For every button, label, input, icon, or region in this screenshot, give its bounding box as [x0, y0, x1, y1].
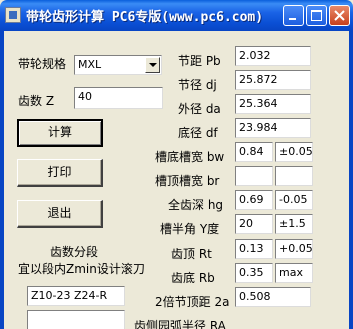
groove-half-angle-label: 槽半角 Y度 [160, 222, 220, 236]
close-button[interactable] [329, 5, 350, 26]
pitch-diameter-label: 节径 dj [178, 78, 217, 92]
root-diameter-field[interactable]: 23.984 [235, 118, 311, 138]
pitch-diameter-field[interactable]: 25.872 [235, 70, 311, 90]
dropdown-button[interactable] [145, 57, 160, 73]
calculate-button[interactable]: 计算 [17, 119, 103, 147]
root-diameter-label: 底径 df [178, 126, 218, 140]
bottom-groove-width-field[interactable]: 0.84 [235, 142, 273, 162]
double-pitch-line-field[interactable]: 0.508 [235, 287, 311, 307]
groove-half-angle-tolerance[interactable]: ±1.5 [275, 214, 313, 234]
segment-input[interactable]: Z10-23 Z24-R [27, 286, 125, 306]
tooth-depth-tolerance[interactable]: -0.05 [275, 190, 313, 210]
segment-title: 齿数分段 [50, 245, 99, 259]
maximize-button[interactable] [306, 5, 327, 26]
extra-input[interactable] [27, 310, 125, 329]
app-icon[interactable] [5, 7, 21, 23]
minimize-icon [289, 18, 296, 20]
pitch-label: 节距 Pb [178, 54, 221, 68]
bottom-groove-width-label: 槽底槽宽 bw [155, 150, 225, 164]
bottom-groove-width-tolerance[interactable]: ±0.05 [275, 142, 313, 162]
window-frame-left [0, 31, 4, 329]
exit-button[interactable]: 退出 [17, 200, 103, 228]
chevron-down-icon [149, 63, 157, 67]
minimize-button[interactable] [283, 5, 304, 26]
groove-half-angle-field[interactable]: 20 [235, 214, 273, 234]
close-icon [334, 10, 345, 21]
root-radius-field[interactable]: 0.35 [235, 263, 273, 283]
top-groove-width-field[interactable] [235, 166, 273, 186]
root-radius-tolerance[interactable]: max [275, 263, 313, 283]
outer-diameter-field[interactable]: 25.364 [235, 94, 311, 114]
flank-arc-radius-label: 齿侧园弧半径 RA [134, 319, 226, 329]
tooth-depth-field[interactable]: 0.69 [235, 190, 273, 210]
segment-description: 宜以段内Zmin设计滚刀 [18, 262, 145, 276]
outer-diameter-label: 外径 da [178, 102, 221, 116]
window-frame-right [349, 31, 353, 329]
belt-spec-value: MXL [78, 58, 102, 71]
tip-radius-tolerance[interactable]: +0.05 [275, 239, 313, 259]
window-title: 带轮齿形计算 PC6专版(www.pc6.com) [26, 10, 264, 25]
root-radius-label: 齿底 Rb [171, 271, 215, 285]
tooth-depth-label: 全齿深 hg [168, 198, 224, 212]
belt-spec-label: 带轮规格 [18, 57, 67, 71]
tip-radius-field[interactable]: 0.13 [235, 239, 273, 259]
print-button[interactable]: 打印 [17, 159, 103, 187]
double-pitch-line-label: 2倍节顶距 2a [155, 295, 230, 309]
teeth-count-input[interactable]: 40 [74, 87, 163, 109]
top-groove-width-tolerance[interactable] [275, 166, 313, 186]
app-window: 带轮齿形计算 PC6专版(www.pc6.com) 带轮规格 MXL 齿数 Z … [0, 0, 353, 329]
title-bar[interactable]: 带轮齿形计算 PC6专版(www.pc6.com) [0, 0, 353, 31]
teeth-count-label: 齿数 Z [18, 94, 55, 108]
top-groove-width-label: 槽顶槽宽 br [155, 174, 220, 188]
pitch-field[interactable]: 2.032 [235, 46, 311, 66]
belt-spec-dropdown[interactable]: MXL [74, 55, 162, 75]
tip-radius-label: 齿顶 Rt [171, 247, 212, 261]
maximize-icon [311, 10, 322, 21]
